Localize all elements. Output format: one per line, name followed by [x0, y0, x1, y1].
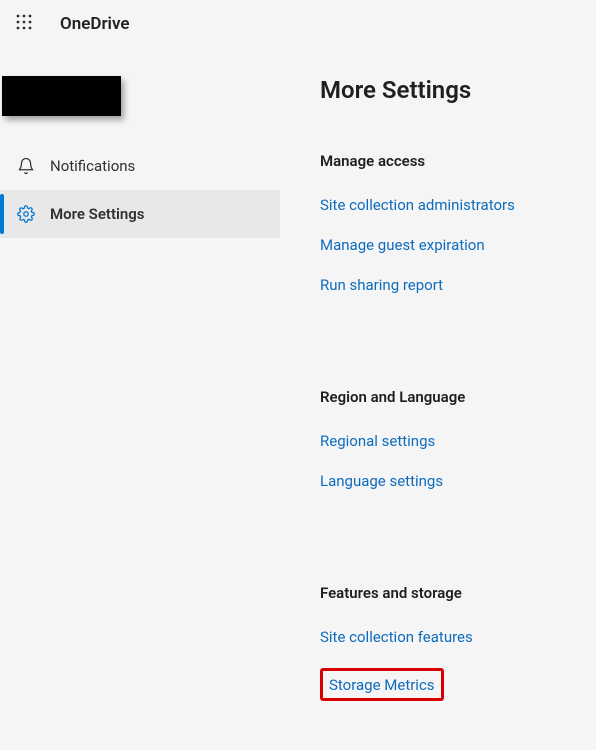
- gear-icon: [16, 204, 36, 224]
- links-group: Site collection administrators Manage gu…: [320, 196, 586, 294]
- user-block-redacted: [2, 76, 121, 116]
- sidebar-item-label: More Settings: [50, 205, 145, 223]
- section-heading: Region and Language: [320, 388, 586, 406]
- bell-icon: [16, 156, 36, 176]
- link-run-sharing-report[interactable]: Run sharing report: [320, 276, 443, 294]
- link-site-collection-features[interactable]: Site collection features: [320, 628, 473, 646]
- main-panel: More Settings Manage access Site collect…: [280, 48, 596, 750]
- brand-title: OneDrive: [60, 14, 130, 34]
- content-wrap: Notifications More Settings More Setting…: [0, 48, 596, 750]
- app-header: OneDrive: [0, 0, 596, 48]
- section-heading: Manage access: [320, 152, 586, 170]
- links-group: Site collection features Storage Metrics: [320, 628, 586, 701]
- waffle-icon: [16, 14, 32, 34]
- section-manage-access: Manage access Site collection administra…: [320, 152, 586, 294]
- sidebar-item-notifications[interactable]: Notifications: [0, 142, 280, 190]
- link-language-settings[interactable]: Language settings: [320, 472, 443, 490]
- highlight-box: Storage Metrics: [320, 668, 444, 701]
- link-regional-settings[interactable]: Regional settings: [320, 432, 435, 450]
- sidebar-item-more-settings[interactable]: More Settings: [0, 190, 280, 238]
- link-site-collection-administrators[interactable]: Site collection administrators: [320, 196, 515, 214]
- app-launcher-button[interactable]: [10, 10, 38, 38]
- link-manage-guest-expiration[interactable]: Manage guest expiration: [320, 236, 485, 254]
- section-region-language: Region and Language Regional settings La…: [320, 388, 586, 490]
- sidebar-item-label: Notifications: [50, 157, 135, 175]
- sidebar: Notifications More Settings: [0, 48, 280, 750]
- page-title: More Settings: [320, 76, 586, 104]
- link-storage-metrics[interactable]: Storage Metrics: [329, 676, 435, 694]
- links-group: Regional settings Language settings: [320, 432, 586, 490]
- section-heading: Features and storage: [320, 584, 586, 602]
- section-features-storage: Features and storage Site collection fea…: [320, 584, 586, 701]
